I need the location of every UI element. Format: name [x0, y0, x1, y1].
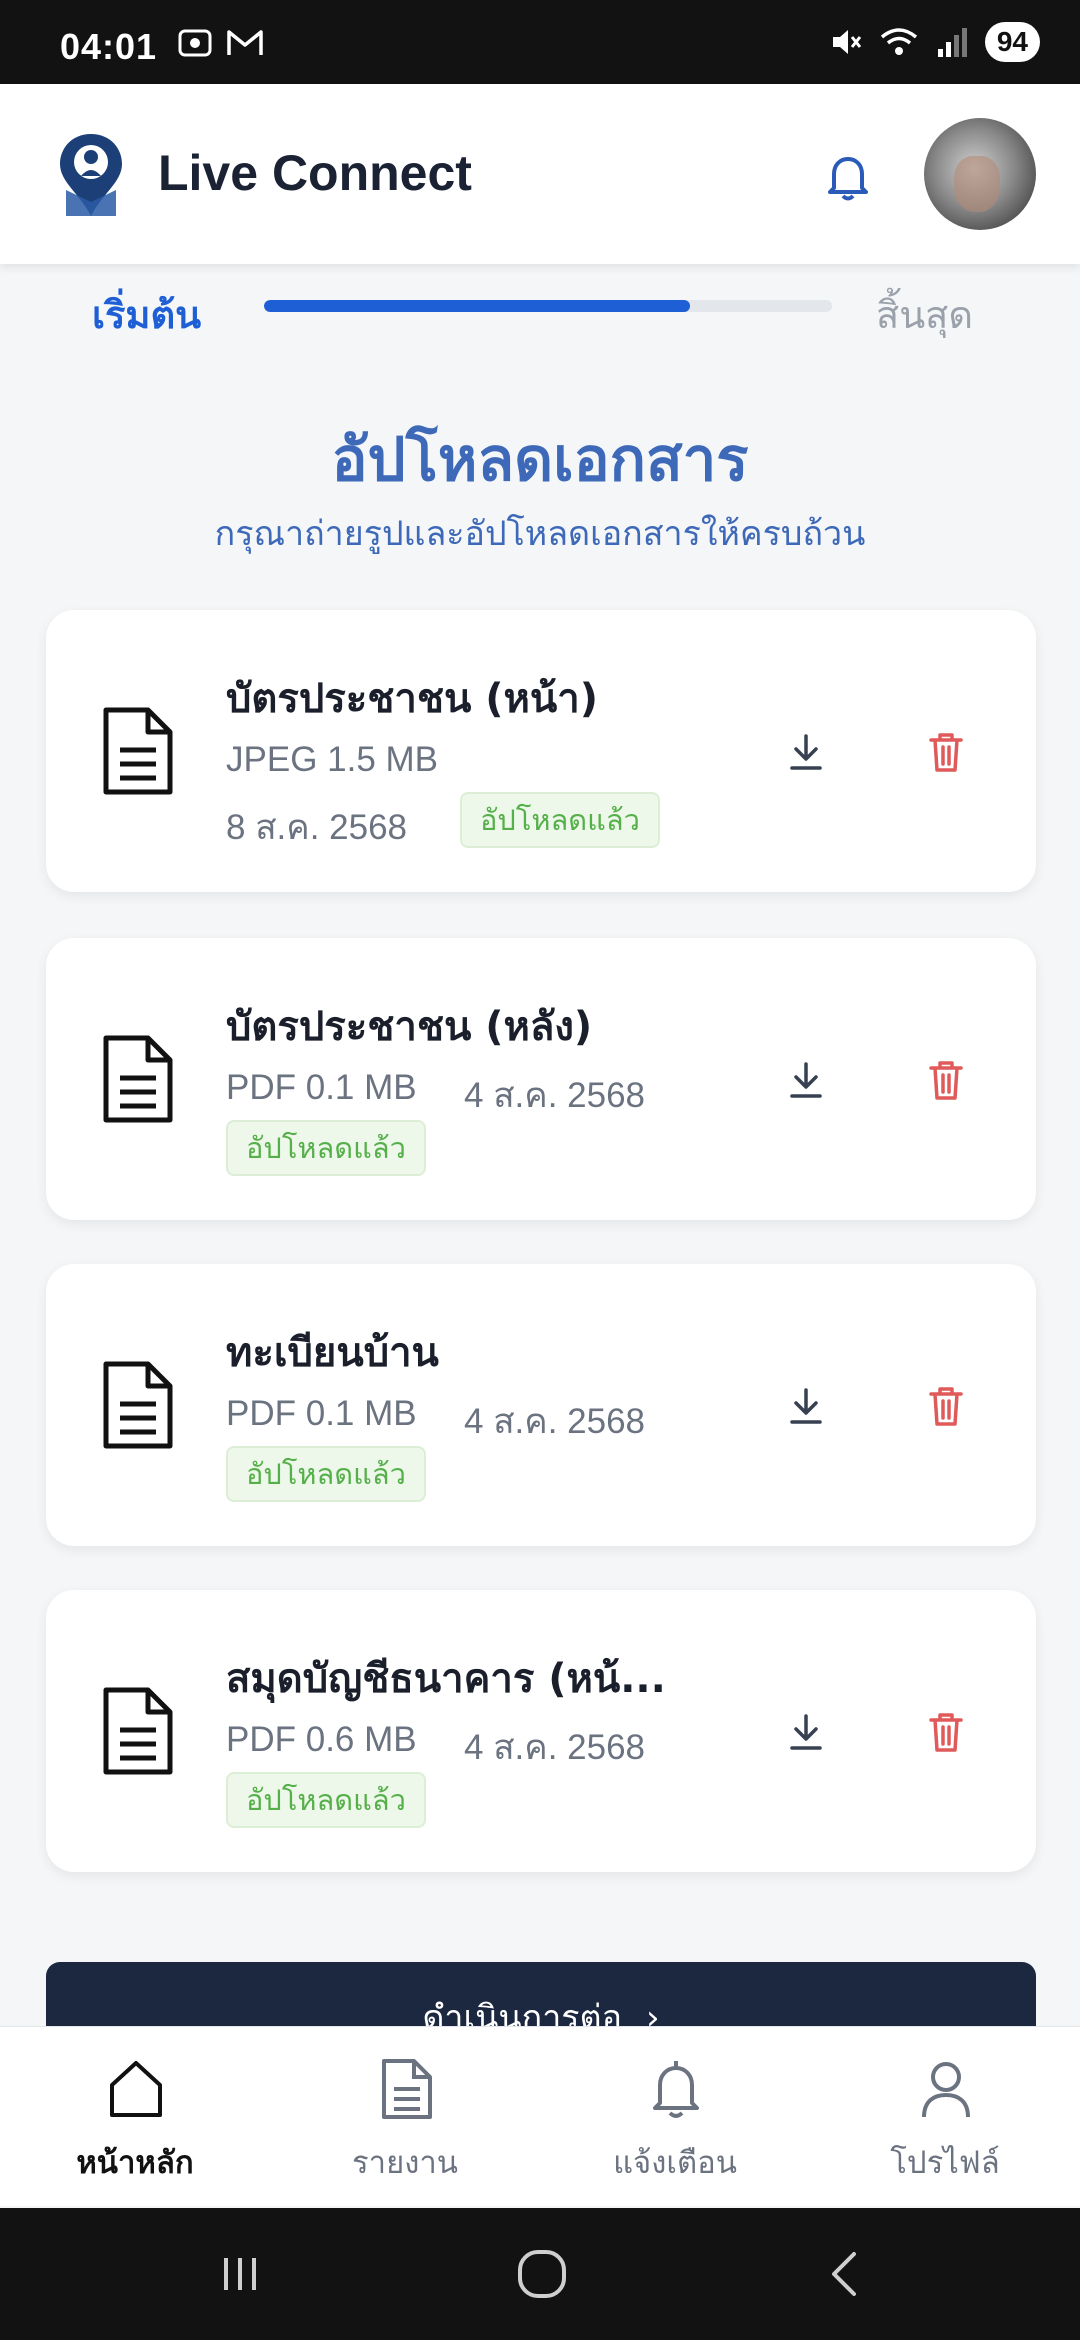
nav-item-home[interactable]: หน้าหลัก: [0, 2027, 270, 2207]
download-icon[interactable]: [782, 728, 830, 776]
nav-item-report[interactable]: รายงาน: [270, 2027, 540, 2207]
app-title: Live Connect: [158, 145, 472, 201]
document-date: 4 ส.ค. 2568: [464, 1402, 645, 1441]
document-meta: PDF 0.6 MB: [226, 1720, 417, 1759]
document-name: สมุดบัญชีธนาคาร (หน้...: [226, 1656, 666, 1702]
app-bar: Live Connect: [0, 84, 1080, 264]
mute-icon: [832, 30, 862, 54]
document-icon: [103, 1687, 173, 1775]
document-meta: JPEG 1.5 MB: [226, 740, 439, 779]
document-card[interactable]: สมุดบัญชีธนาคาร (หน้... PDF 0.6 MB 4 ส.ค…: [46, 1590, 1036, 1872]
status-time: 04:01: [60, 26, 158, 67]
document-card[interactable]: บัตรประชาชน (หน้า) JPEG 1.5 MB 8 ส.ค. 25…: [46, 610, 1036, 892]
status-left-icons: [178, 28, 264, 58]
document-name: บัตรประชาชน (หลัง): [226, 1004, 593, 1050]
page-title: อัปโหลดเอกสาร: [331, 425, 749, 495]
status-badge: อัปโหลดแล้ว: [226, 1772, 426, 1828]
delete-icon[interactable]: [922, 1056, 970, 1104]
report-icon: [382, 2059, 432, 2119]
delete-icon[interactable]: [922, 1382, 970, 1430]
status-right-icons: 94: [829, 22, 1040, 62]
page-subtitle: กรุณาถ่ายรูปและอัปโหลดเอกสารให้ครบถ้วน: [214, 514, 866, 554]
nav-label: หน้าหลัก: [76, 2145, 194, 2181]
bottom-nav: หน้าหลัก รายงาน แจ้งเตือน โปรไฟล์: [0, 2026, 1080, 2206]
signal-icon: [937, 28, 967, 57]
document-meta: PDF 0.1 MB: [226, 1068, 417, 1107]
nav-label: รายงาน: [352, 2145, 458, 2181]
nav-label: แจ้งเตือน: [613, 2145, 737, 2181]
recents-icon[interactable]: [210, 2246, 270, 2302]
document-icon: [103, 1035, 173, 1123]
status-badge: อัปโหลดแล้ว: [460, 792, 660, 848]
bell-icon[interactable]: [820, 148, 876, 204]
nav-item-profile[interactable]: โปรไฟล์: [810, 2027, 1080, 2207]
gmail-icon: [227, 30, 263, 55]
progress-end-label: สิ้นสุด: [876, 293, 974, 337]
home-circle-icon[interactable]: [512, 2246, 572, 2302]
document-icon: [103, 707, 173, 795]
screen-record-icon: [178, 29, 212, 57]
document-name: บัตรประชาชน (หน้า): [226, 676, 598, 722]
document-date: 4 ส.ค. 2568: [464, 1728, 645, 1767]
document-date: 8 ส.ค. 2568: [226, 808, 407, 847]
download-icon[interactable]: [782, 1708, 830, 1756]
status-badge: อัปโหลดแล้ว: [226, 1446, 426, 1502]
system-nav-bar: [0, 2208, 1080, 2340]
delete-icon[interactable]: [922, 1708, 970, 1756]
nav-item-notifications[interactable]: แจ้งเตือน: [540, 2027, 810, 2207]
battery-indicator: 94: [984, 22, 1040, 62]
status-badge: อัปโหลดแล้ว: [226, 1120, 426, 1176]
back-icon[interactable]: [816, 2246, 876, 2302]
download-icon[interactable]: [782, 1056, 830, 1104]
nav-label: โปรไฟล์: [890, 2145, 1000, 2181]
document-name: ทะเบียนบ้าน: [226, 1330, 439, 1376]
document-card[interactable]: บัตรประชาชน (หลัง) PDF 0.1 MB 4 ส.ค. 256…: [46, 938, 1036, 1220]
progress-track: [264, 300, 832, 312]
document-card[interactable]: ทะเบียนบ้าน PDF 0.1 MB 4 ส.ค. 2568 อัปโห…: [46, 1264, 1036, 1546]
user-avatar[interactable]: [924, 118, 1036, 230]
download-icon[interactable]: [782, 1382, 830, 1430]
status-bar: 04:01 94: [0, 0, 1080, 84]
live-connect-logo: [60, 134, 122, 216]
document-icon: [103, 1361, 173, 1449]
progress-fill: [264, 300, 690, 312]
bell-icon: [653, 2061, 699, 2118]
document-date: 4 ส.ค. 2568: [464, 1076, 645, 1115]
wifi-icon: [880, 28, 917, 55]
progress-start-label: เริ่มต้น: [92, 293, 202, 337]
home-icon: [110, 2061, 162, 2117]
document-meta: PDF 0.1 MB: [226, 1394, 417, 1433]
profile-icon: [922, 2062, 970, 2118]
delete-icon[interactable]: [922, 728, 970, 776]
